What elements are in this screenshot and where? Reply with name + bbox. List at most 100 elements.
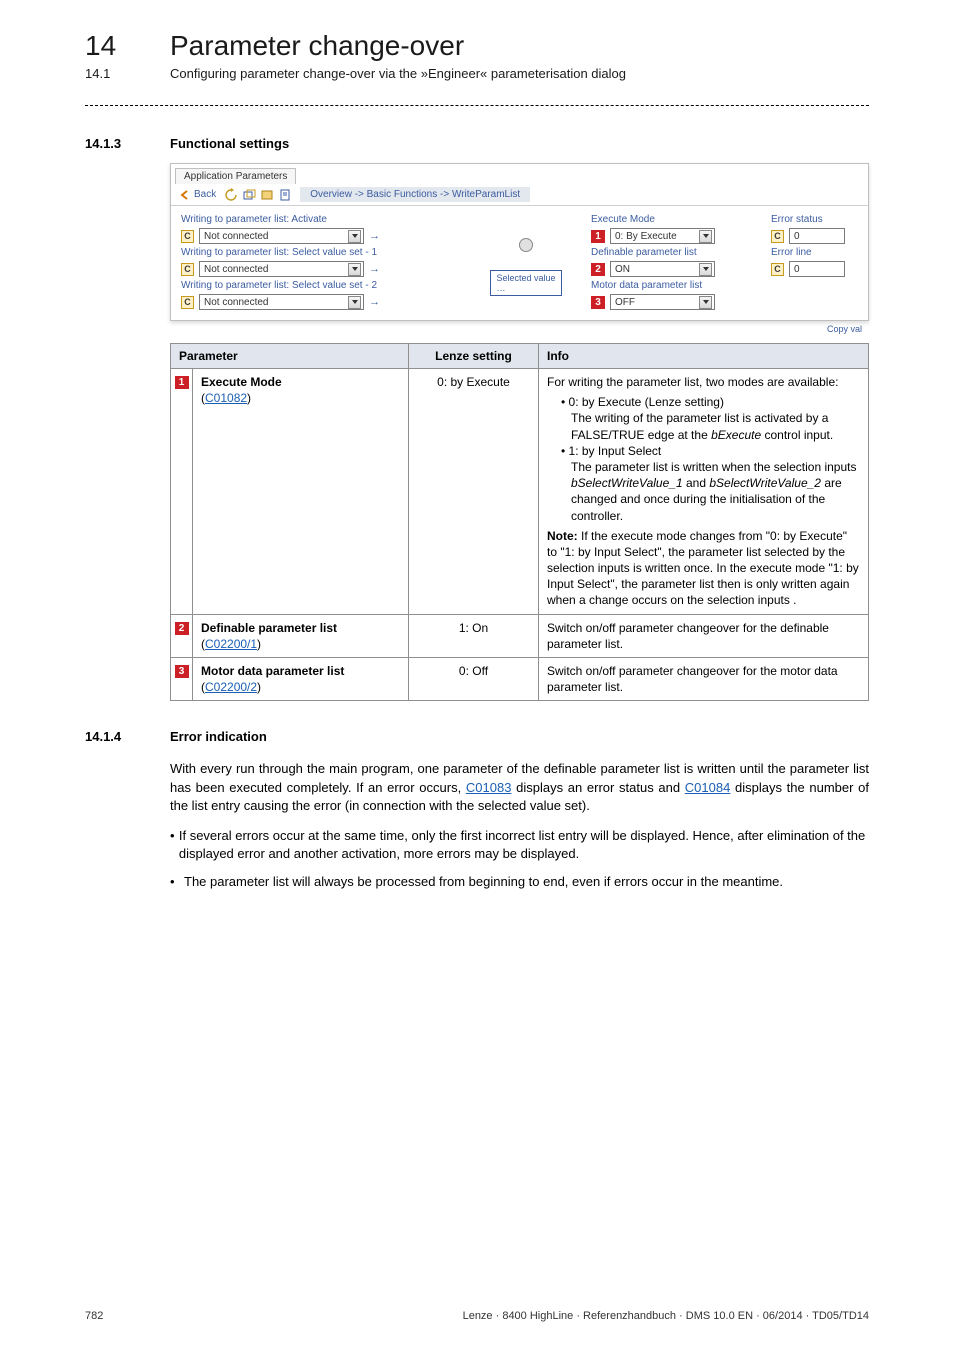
em-bselect2: bSelectWriteValue_2 xyxy=(709,476,821,490)
parameter-table: Parameter Lenze setting Info 1 Execute M… xyxy=(170,343,869,701)
label-select-set-1: Writing to parameter list: Select value … xyxy=(181,247,461,258)
chapter-number: 14 xyxy=(85,30,170,62)
list-icon[interactable] xyxy=(260,188,274,202)
th-info: Info xyxy=(539,344,869,369)
table-row: 3 Motor data parameter list (C02200/2) 0… xyxy=(171,658,869,701)
doc-reference: Lenze · 8400 HighLine · Referenzhandbuch… xyxy=(463,1310,869,1322)
info-text: For writing the parameter list, two mode… xyxy=(547,374,860,390)
paren: ) xyxy=(257,637,261,651)
refresh-icon[interactable] xyxy=(224,188,238,202)
text: displays an error status and xyxy=(516,780,680,795)
info-bullet: • 0: by Execute (Lenze setting) xyxy=(561,394,860,410)
param-name: Motor data parameter list xyxy=(201,664,344,678)
label-activate: Writing to parameter list: Activate xyxy=(181,214,461,225)
label-select-set-2: Writing to parameter list: Select value … xyxy=(181,280,461,291)
subsection-number: 14.1.3 xyxy=(85,136,170,151)
dropdown-icon[interactable] xyxy=(699,263,712,276)
status-dot-icon xyxy=(519,238,533,252)
subsection-title: Functional settings xyxy=(170,136,289,151)
subsection-title: Error indication xyxy=(170,729,267,744)
setting-value: 0: by Execute xyxy=(409,369,539,615)
new-window-icon[interactable] xyxy=(242,188,256,202)
paragraph: With every run through the main program,… xyxy=(170,760,869,815)
notes-icon[interactable] xyxy=(278,188,292,202)
param-name: Definable parameter list xyxy=(201,621,337,635)
note-text: If the execute mode changes from "0: by … xyxy=(547,529,859,608)
field-value: 0 xyxy=(794,264,800,275)
bullet-item: •If several errors occur at the same tim… xyxy=(170,827,869,863)
marker-2-icon: 2 xyxy=(175,622,189,635)
dropdown-icon[interactable] xyxy=(699,296,712,309)
info-cell: Switch on/off parameter changeover for t… xyxy=(539,614,869,657)
marker-3-icon: 3 xyxy=(175,665,189,678)
th-parameter: Parameter xyxy=(171,344,409,369)
combo-motor-data-list[interactable]: OFF xyxy=(610,294,715,310)
info-bullet: • 1: by Input Select xyxy=(561,443,860,459)
marker-2-icon: 2 xyxy=(591,263,605,276)
setting-value: 1: On xyxy=(409,614,539,657)
info-text: control input. xyxy=(764,428,833,442)
dropdown-icon[interactable] xyxy=(348,230,361,243)
field-value: 0 xyxy=(794,231,800,242)
em-bselect1: bSelectWriteValue_1 xyxy=(571,476,683,490)
combo-value: ON xyxy=(615,264,630,275)
bullet-text: The parameter list will always be proces… xyxy=(184,873,783,891)
combo-value: Not connected xyxy=(204,264,269,275)
info-text: and xyxy=(686,476,706,490)
setting-value: 0: Off xyxy=(409,658,539,701)
app-screenshot-panel: Application Parameters Back Overview -> … xyxy=(170,163,869,321)
link-c02200-1[interactable]: C02200/1 xyxy=(205,637,257,651)
field-error-line: 0 xyxy=(789,261,845,277)
c-badge-icon: C xyxy=(181,296,194,309)
divider xyxy=(85,105,869,106)
combo-value: OFF xyxy=(615,297,635,308)
combo-definable-list[interactable]: ON xyxy=(610,261,715,277)
table-row: 1 Execute Mode (C01082) 0: by Execute Fo… xyxy=(171,369,869,615)
link-c01084[interactable]: C01084 xyxy=(685,780,731,795)
selected-value-label: Selected value xyxy=(496,273,555,283)
page-footer: 782 Lenze · 8400 HighLine · Referenzhand… xyxy=(85,1310,869,1322)
marker-3-icon: 3 xyxy=(591,296,605,309)
paren: ) xyxy=(247,391,251,405)
arrow-right-icon: → xyxy=(369,296,380,308)
combo-value: Not connected xyxy=(204,231,269,242)
c-badge-icon: C xyxy=(771,263,784,276)
label-motor-data-list: Motor data parameter list xyxy=(591,280,761,291)
marker-1-icon: 1 xyxy=(175,376,189,389)
section-number: 14.1 xyxy=(85,66,170,81)
copy-values-label: Copy val xyxy=(827,324,862,334)
link-c01083[interactable]: C01083 xyxy=(466,780,512,795)
param-name: Execute Mode xyxy=(201,375,282,389)
arrow-right-icon: → xyxy=(369,263,380,275)
combo-activate[interactable]: Not connected xyxy=(199,228,364,244)
link-c01082[interactable]: C01082 xyxy=(205,391,247,405)
paren: ) xyxy=(257,680,261,694)
breadcrumb: Overview -> Basic Functions -> WritePara… xyxy=(300,187,530,202)
table-row: 2 Definable parameter list (C02200/1) 1:… xyxy=(171,614,869,657)
bullet-text: If several errors occur at the same time… xyxy=(179,827,869,863)
selected-value-dots: … xyxy=(496,283,555,293)
combo-select-set-1[interactable]: Not connected xyxy=(199,261,364,277)
dropdown-icon[interactable] xyxy=(348,263,361,276)
label-definable-list: Definable parameter list xyxy=(591,247,761,258)
chapter-title: Parameter change-over xyxy=(170,30,464,62)
th-setting: Lenze setting xyxy=(409,344,539,369)
bullet-item: •The parameter list will always be proce… xyxy=(170,873,869,891)
back-button[interactable]: Back xyxy=(194,189,216,200)
link-c02200-2[interactable]: C02200/2 xyxy=(205,680,257,694)
marker-1-icon: 1 xyxy=(591,230,605,243)
info-cell: Switch on/off parameter changeover for t… xyxy=(539,658,869,701)
combo-select-set-2[interactable]: Not connected xyxy=(199,294,364,310)
tab-application-parameters[interactable]: Application Parameters xyxy=(175,168,296,184)
label-execute-mode: Execute Mode xyxy=(591,214,761,225)
field-error-status: 0 xyxy=(789,228,845,244)
combo-execute-mode[interactable]: 0: By Execute xyxy=(610,228,715,244)
dropdown-icon[interactable] xyxy=(699,230,712,243)
dropdown-icon[interactable] xyxy=(348,296,361,309)
back-icon[interactable] xyxy=(178,188,192,202)
section-title: Configuring parameter change-over via th… xyxy=(170,66,626,81)
combo-value: Not connected xyxy=(204,297,269,308)
page-number: 782 xyxy=(85,1310,103,1322)
breadcrumb-bar: Back Overview -> Basic Functions -> Writ… xyxy=(171,184,868,206)
info-cell: For writing the parameter list, two mode… xyxy=(539,369,869,615)
